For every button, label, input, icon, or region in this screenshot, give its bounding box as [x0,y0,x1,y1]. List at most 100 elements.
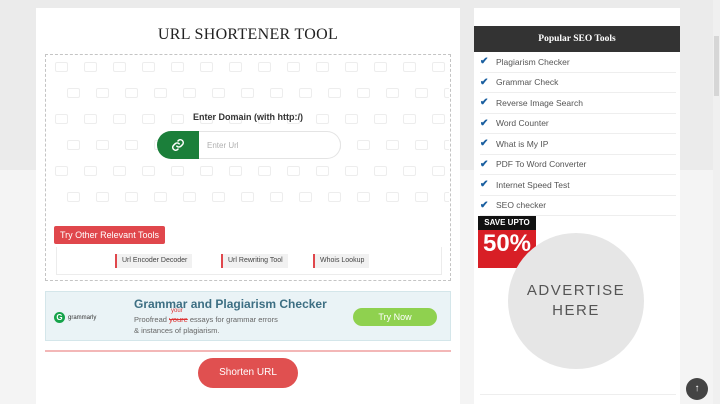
pattern-icon [415,192,428,202]
pattern-icon [345,166,358,176]
sidebar-item-label: Word Counter [496,118,549,129]
pattern-icon [171,62,184,72]
pattern-icon [241,88,254,98]
tool-link-url-rewriting[interactable]: Url Rewriting Tool [221,254,288,268]
check-icon: ✔ [480,199,489,211]
advertise-line2: HERE [552,302,600,319]
grammarly-ad-banner[interactable]: G grammarly Grammar and Plagiarism Check… [45,291,451,341]
pattern-icon [229,62,242,72]
pattern-icon [212,88,225,98]
sidebar: Popular SEO Tools ✔ Plagiarism Checker ✔ G… [474,8,680,404]
pattern-icon [432,62,445,72]
ad-text: Proofread your youre essays for grammar … [134,308,344,336]
pattern-icon [316,62,329,72]
pattern-icon [299,88,312,98]
check-icon: ✔ [480,158,489,170]
pattern-icon [154,192,167,202]
pattern-icon [374,166,387,176]
pattern-icon [386,192,399,202]
related-tools-list: Url Encoder Decoder Url Rewriting Tool W… [56,247,442,275]
pattern-icon [258,62,271,72]
pattern-icon [316,166,329,176]
sidebar-item-label: Grammar Check [496,77,559,88]
pattern-icon [142,166,155,176]
pattern-icon [287,62,300,72]
pattern-icon [183,88,196,98]
pattern-icon [212,192,225,202]
sidebar-item-internet-speed-test[interactable]: ✔ Internet Speed Test [480,175,676,196]
pattern-icon [328,192,341,202]
ad-text-suffix: essays for grammar errors [189,315,278,324]
ad-text-prefix: Proofread [134,315,167,324]
scrollbar-thumb[interactable] [714,36,719,96]
ad-correction: your [171,308,183,314]
pattern-icon [403,62,416,72]
pattern-icon [200,166,213,176]
pattern-icon [229,166,242,176]
save-upto-label: SAVE UPTO [478,216,536,230]
sidebar-item-label: Reverse Image Search [496,97,583,108]
pattern-icon [96,88,109,98]
pattern-icon [432,166,445,176]
shorten-url-button[interactable]: Shorten URL [198,358,298,388]
grammarly-g-icon: G [54,312,65,323]
sidebar-item-label: SEO checker [496,200,547,211]
pattern-icon [374,62,387,72]
ad-text-line2: & instances of plagiarism. [134,326,220,335]
sidebar-item-label: PDF To Word Converter [496,159,587,170]
other-tools-heading: Try Other Relevant Tools [54,226,166,244]
pattern-icon [415,140,428,150]
scroll-to-top-button[interactable]: ↑ [686,378,708,400]
pattern-icon [84,166,97,176]
pattern-icon [444,88,449,98]
pattern-icon [403,166,416,176]
check-icon: ✔ [480,138,489,150]
pattern-icon [125,140,138,150]
check-icon: ✔ [480,97,489,109]
pattern-icon [171,166,184,176]
pattern-icon [183,192,196,202]
sidebar-heading: Popular SEO Tools [474,26,680,52]
pattern-icon [386,140,399,150]
advertise-here-ad[interactable]: ADVERTISE HERE [508,233,644,369]
pattern-icon [96,140,109,150]
pattern-icon [328,88,341,98]
sidebar-item-grammar-check[interactable]: ✔ Grammar Check [480,73,676,93]
pattern-icon [415,88,428,98]
pattern-icon [357,192,370,202]
pattern-icon [258,166,271,176]
sidebar-item-pdf-to-word[interactable]: ✔ PDF To Word Converter [480,155,676,175]
seo-tools-list: ✔ Plagiarism Checker ✔ Grammar Check ✔ Reve… [480,52,676,216]
sidebar-item-reverse-image-search[interactable]: ✔ Reverse Image Search [480,93,676,114]
sidebar-item-plagiarism-checker[interactable]: ✔ Plagiarism Checker [480,52,676,73]
tool-link-url-encoder[interactable]: Url Encoder Decoder [115,254,193,268]
pattern-icon [200,62,213,72]
sidebar-divider [480,394,676,395]
pattern-icon [345,62,358,72]
sidebar-item-label: What is My IP [496,138,549,149]
pattern-icon [113,166,126,176]
grammarly-logo: G grammarly [54,312,96,323]
url-input[interactable] [199,131,341,159]
page-title: URL SHORTENER TOOL [157,26,339,43]
sidebar-item-word-counter[interactable]: ✔ Word Counter [480,114,676,134]
url-input-row [157,131,341,159]
try-now-button[interactable]: Try Now [353,308,437,326]
link-button[interactable] [157,131,199,159]
sidebar-item-what-is-my-ip[interactable]: ✔ What is My IP [480,134,676,155]
pattern-icon [444,192,449,202]
divider [45,350,451,352]
tool-link-whois[interactable]: Whois Lookup [313,254,370,268]
grammarly-brand: grammarly [68,314,97,321]
sidebar-item-label: Plagiarism Checker [496,56,570,67]
pattern-icon [67,88,80,98]
pattern-icon [96,192,109,202]
sidebar-item-seo-checker[interactable]: ✔ SEO checker [480,196,676,216]
pattern-icon [444,140,449,150]
pattern-icon [67,192,80,202]
pattern-icon [357,140,370,150]
check-icon: ✔ [480,56,489,68]
check-icon: ✔ [480,117,489,129]
pattern-icon [287,166,300,176]
sidebar-item-label: Internet Speed Test [496,179,570,190]
